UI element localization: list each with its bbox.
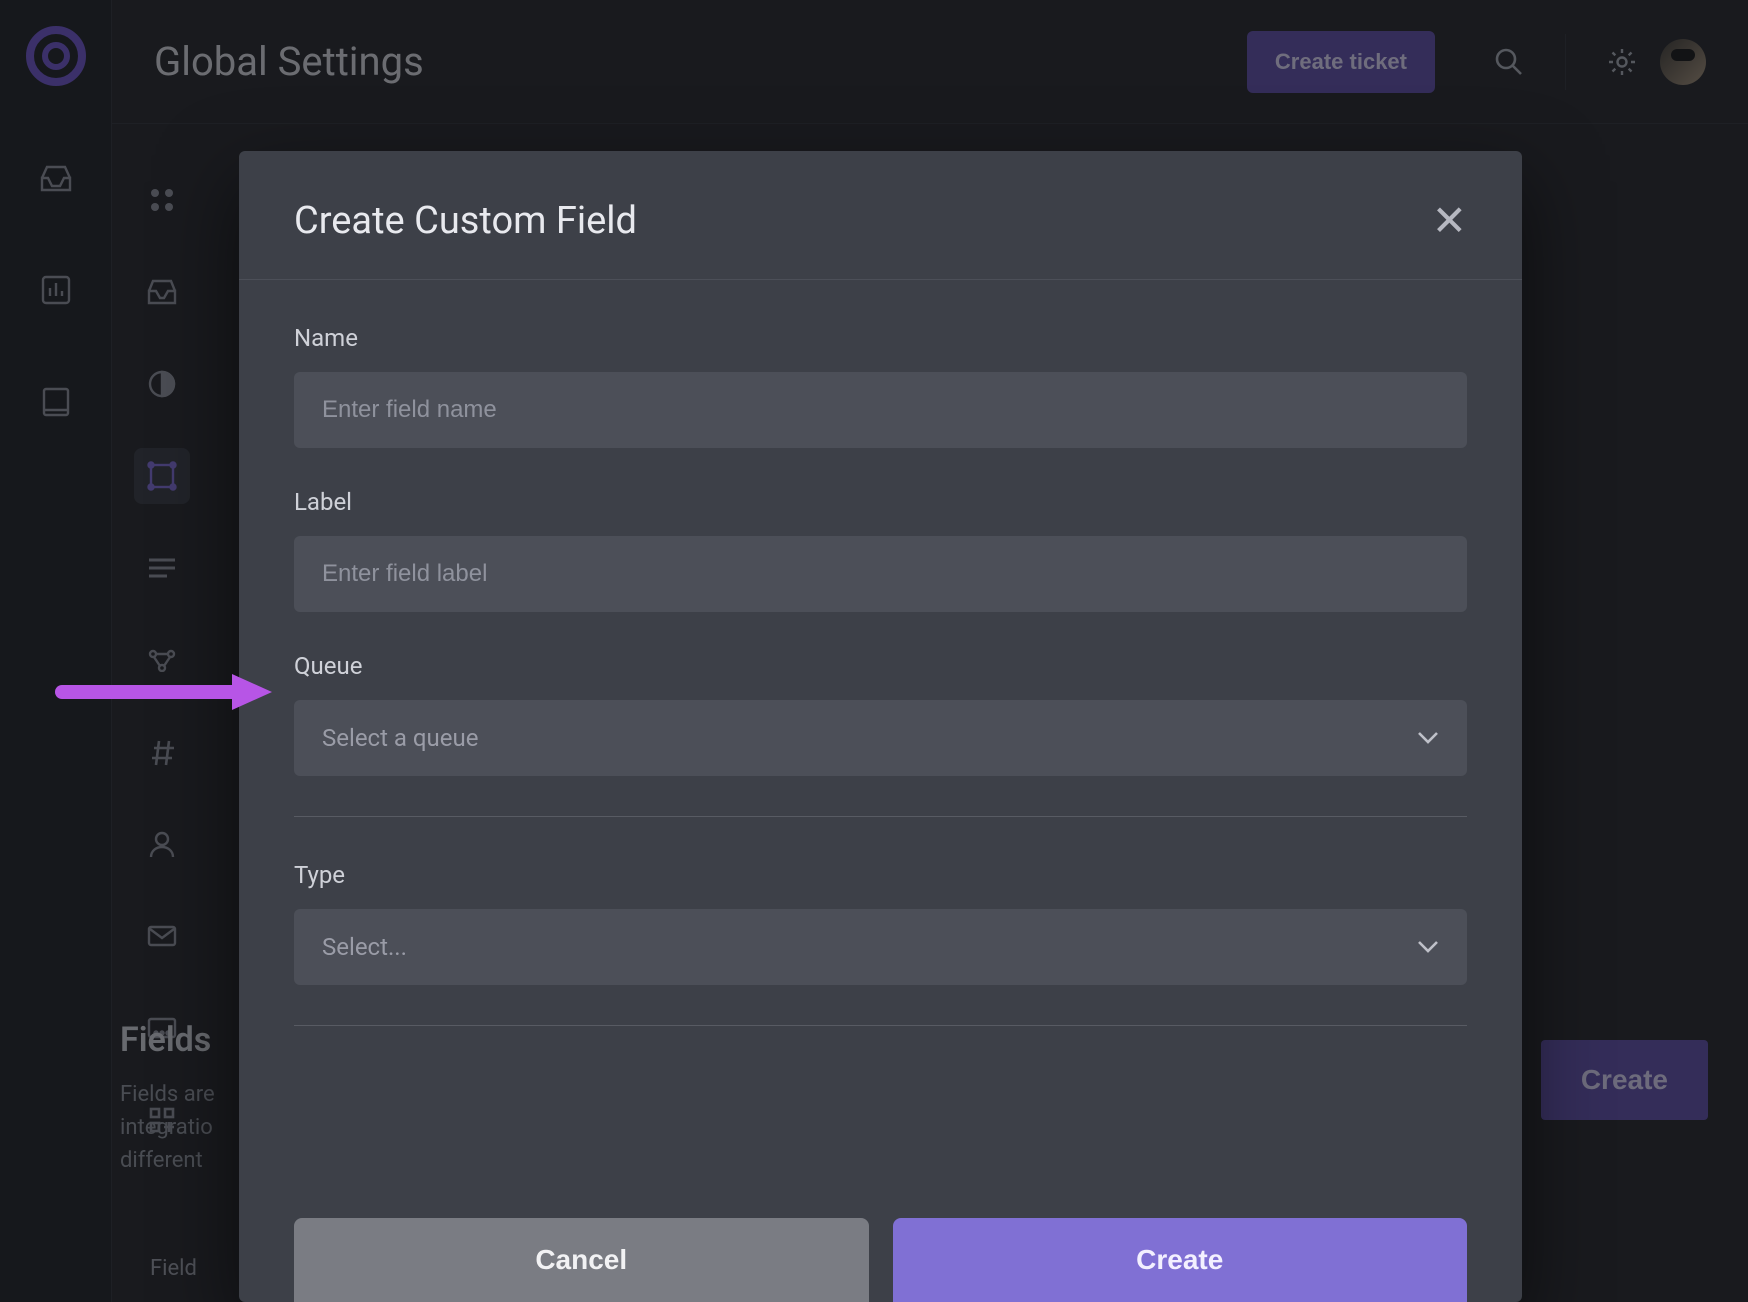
name-label: Name [294, 324, 1467, 352]
type-label: Type [294, 861, 1467, 889]
modal-body: Name Label Queue Select a queue Type Sel… [239, 280, 1522, 1080]
close-icon[interactable]: ✕ [1432, 200, 1467, 242]
create-button[interactable]: Create [893, 1218, 1468, 1302]
label-input[interactable] [294, 536, 1467, 612]
type-select[interactable]: Select... [294, 909, 1467, 985]
queue-label: Queue [294, 652, 1467, 680]
name-input[interactable] [294, 372, 1467, 448]
type-placeholder: Select... [322, 933, 407, 961]
divider [294, 1025, 1467, 1026]
divider [294, 816, 1467, 817]
queue-placeholder: Select a queue [322, 724, 478, 752]
chevron-down-icon [1417, 731, 1439, 745]
modal-title: Create Custom Field [294, 199, 637, 243]
queue-select[interactable]: Select a queue [294, 700, 1467, 776]
cancel-button[interactable]: Cancel [294, 1218, 869, 1302]
chevron-down-icon [1417, 940, 1439, 954]
create-custom-field-modal: Create Custom Field ✕ Name Label Queue S… [239, 151, 1522, 1302]
modal-header: Create Custom Field ✕ [239, 151, 1522, 280]
label-label: Label [294, 488, 1467, 516]
modal-footer: Cancel Create [239, 1218, 1522, 1302]
